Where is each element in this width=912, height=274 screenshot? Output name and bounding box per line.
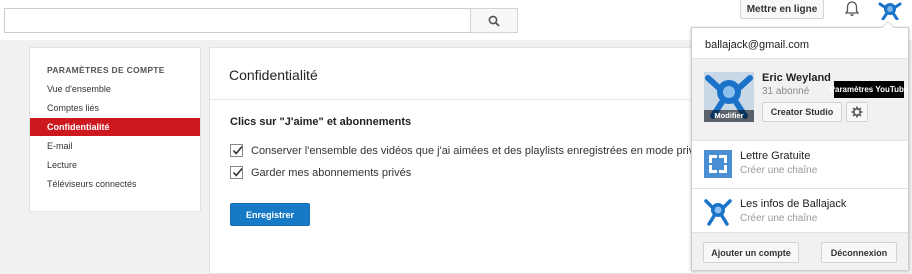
create-channel-link[interactable]: Créer une chaîne [740, 213, 817, 224]
account-menu: ballajack@gmail.com Modifier Eric Weylan… [691, 27, 909, 270]
sidebar-item-playback[interactable]: Lecture [30, 156, 200, 174]
avatar-icon[interactable] [878, 0, 902, 20]
sidebar-item-email[interactable]: E-mail [30, 137, 200, 155]
save-button[interactable]: Enregistrer [230, 203, 310, 226]
bell-icon[interactable] [843, 0, 861, 18]
keep-subscriptions-private-checkbox[interactable] [230, 166, 243, 179]
keep-likes-private-checkbox[interactable] [230, 144, 243, 157]
create-channel-link[interactable]: Créer une chaîne [740, 165, 817, 176]
account-menu-footer: Ajouter un compte Déconnexion [692, 232, 908, 270]
checkbox-row-keep-subscriptions-private: Garder mes abonnements privés [230, 166, 411, 179]
sidebar-title: PARAMÈTRES DE COMPTE [47, 65, 165, 75]
gear-icon [851, 106, 863, 118]
search-input[interactable] [4, 8, 470, 33]
channel-name: Les infos de Ballajack [740, 198, 847, 210]
checkmark-icon [232, 145, 243, 155]
page-title: Confidentialité [229, 67, 318, 83]
section-title: Clics sur "J'aime" et abonnements [230, 116, 412, 128]
sidebar-item-privacy[interactable]: Confidentialité [30, 118, 200, 136]
youtube-settings-button[interactable] [846, 102, 868, 122]
add-account-button[interactable]: Ajouter un compte [703, 242, 799, 263]
channel-item[interactable]: Lettre Gratuite Créer une chaîne [692, 141, 908, 188]
search-icon [488, 15, 500, 27]
settings-sidebar: PARAMÈTRES DE COMPTE Vue d'ensemble Comp… [29, 47, 201, 212]
dropdown-arrow-inner [882, 22, 894, 28]
creator-studio-button[interactable]: Creator Studio [762, 102, 842, 122]
subscriber-count: 31 abonné [762, 86, 810, 97]
channel-icon [704, 199, 732, 226]
modify-avatar-label[interactable]: Modifier [704, 110, 754, 122]
upload-button[interactable]: Mettre en ligne [740, 0, 824, 19]
account-email: ballajack@gmail.com [705, 39, 810, 51]
sidebar-item-overview[interactable]: Vue d'ensemble [30, 80, 200, 98]
channel-name: Lettre Gratuite [740, 150, 811, 162]
checkbox-label: Garder mes abonnements privés [251, 166, 412, 179]
channel-item[interactable]: Les infos de Ballajack Créer une chaîne [692, 189, 908, 236]
divider [210, 99, 692, 100]
account-avatar[interactable]: Modifier [704, 72, 754, 122]
settings-tooltip: Paramètres YouTube [830, 81, 908, 98]
sidebar-item-connected-tvs[interactable]: Téléviseurs connectés [30, 175, 200, 193]
checkmark-icon [232, 167, 243, 177]
checkbox-row-keep-likes-private: Conserver l'ensemble des vidéos que j'ai… [230, 144, 700, 157]
privacy-settings-panel: Confidentialité Clics sur "J'aime" et ab… [209, 47, 700, 274]
account-name: Eric Weyland [762, 72, 831, 84]
logout-button[interactable]: Déconnexion [821, 242, 897, 263]
sidebar-item-linked-accounts[interactable]: Comptes liés [30, 99, 200, 117]
channel-icon [704, 150, 732, 178]
current-account: Modifier Eric Weyland 31 abonné Creator … [692, 59, 908, 140]
search-button[interactable] [470, 8, 518, 33]
checkbox-label: Conserver l'ensemble des vidéos que j'ai… [251, 144, 701, 157]
